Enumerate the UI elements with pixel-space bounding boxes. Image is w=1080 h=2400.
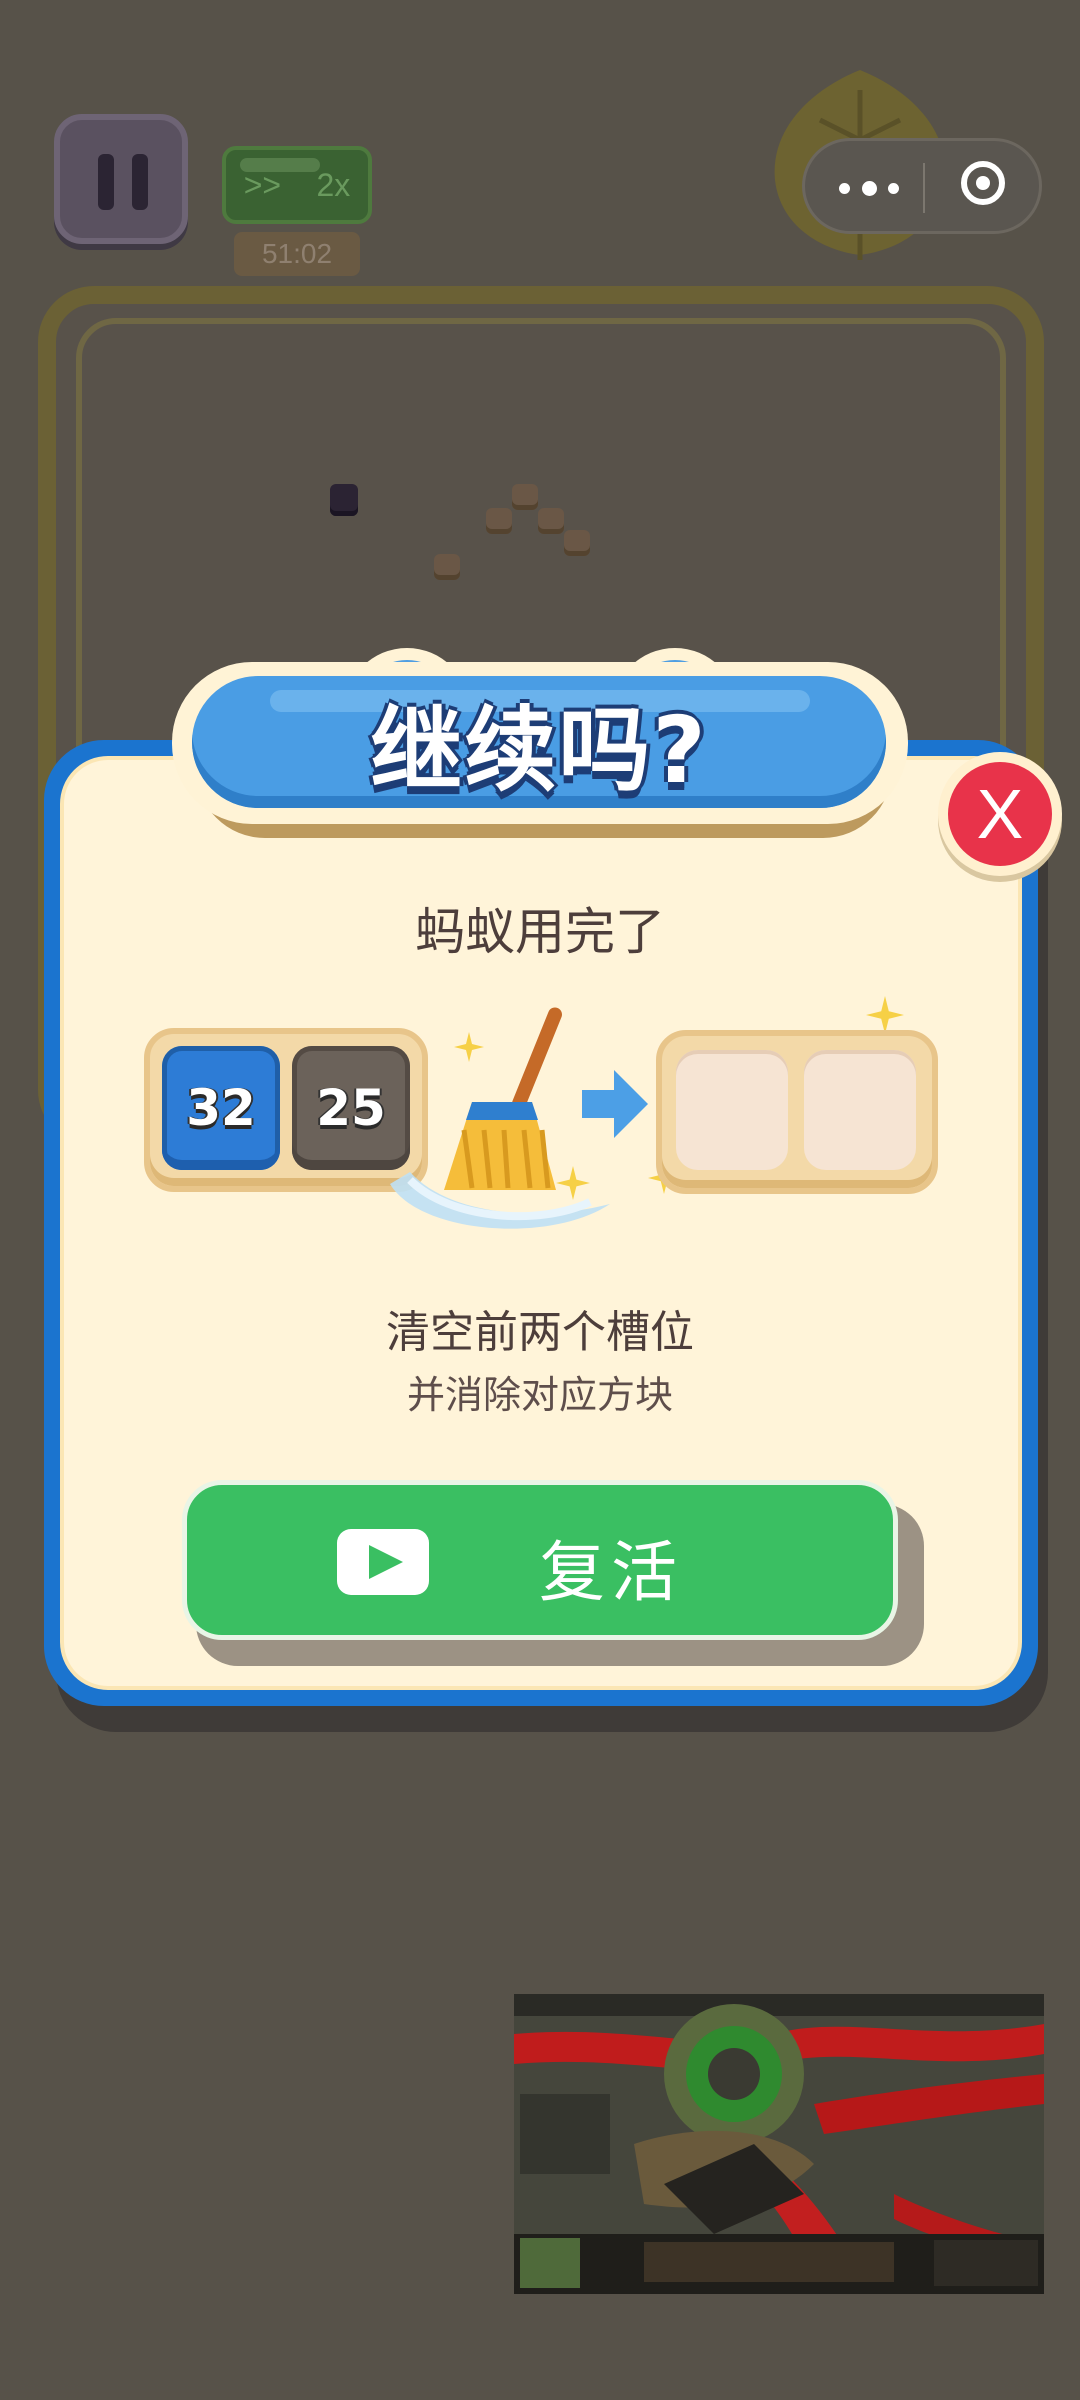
game-timer: 51:02 xyxy=(234,232,360,276)
speed-arrows: >> xyxy=(243,166,282,203)
target-circle-icon[interactable] xyxy=(961,161,1005,205)
more-dots-icon[interactable] xyxy=(839,163,899,213)
close-button[interactable]: X xyxy=(938,752,1062,876)
sparkle-icon xyxy=(454,1032,484,1062)
video-frame-image xyxy=(514,1994,1044,2294)
description-line-1: 清空前两个槽位 xyxy=(386,1307,694,1358)
miniprogram-capsule xyxy=(802,138,1042,234)
ad-video-thumbnail[interactable] xyxy=(514,1994,1044,2294)
description-line-2: 并消除对应方块 xyxy=(406,1373,673,1417)
dialog-subtitle: 蚂蚁用完了 xyxy=(415,903,665,961)
board-tile[interactable] xyxy=(434,554,460,580)
slot-tile-blue: 32 xyxy=(162,1046,280,1170)
arrow-right-icon xyxy=(582,1070,648,1138)
empty-slot xyxy=(804,1050,916,1170)
sparkle-icon xyxy=(556,1166,590,1200)
dialog-title: 继续吗? xyxy=(370,696,708,804)
pause-icon xyxy=(98,154,114,210)
revive-button[interactable]: 复活 xyxy=(182,1480,898,1640)
speed-value: 2x xyxy=(316,166,351,203)
empty-slot xyxy=(676,1050,788,1170)
board-tile[interactable] xyxy=(330,484,358,516)
board-tile[interactable] xyxy=(486,508,512,534)
revive-label: 复活 xyxy=(539,1534,683,1611)
sparkle-icon xyxy=(866,996,904,1034)
video-play-icon xyxy=(337,1529,429,1595)
board-tile[interactable] xyxy=(538,508,564,534)
board-tile[interactable] xyxy=(512,484,538,510)
close-icon: X xyxy=(948,762,1052,866)
board-tile[interactable] xyxy=(564,530,590,556)
speed-toggle-button[interactable]: >> 2x xyxy=(222,146,372,224)
pause-button[interactable] xyxy=(54,114,188,244)
dialog-title-banner: 继续吗? xyxy=(192,676,886,808)
